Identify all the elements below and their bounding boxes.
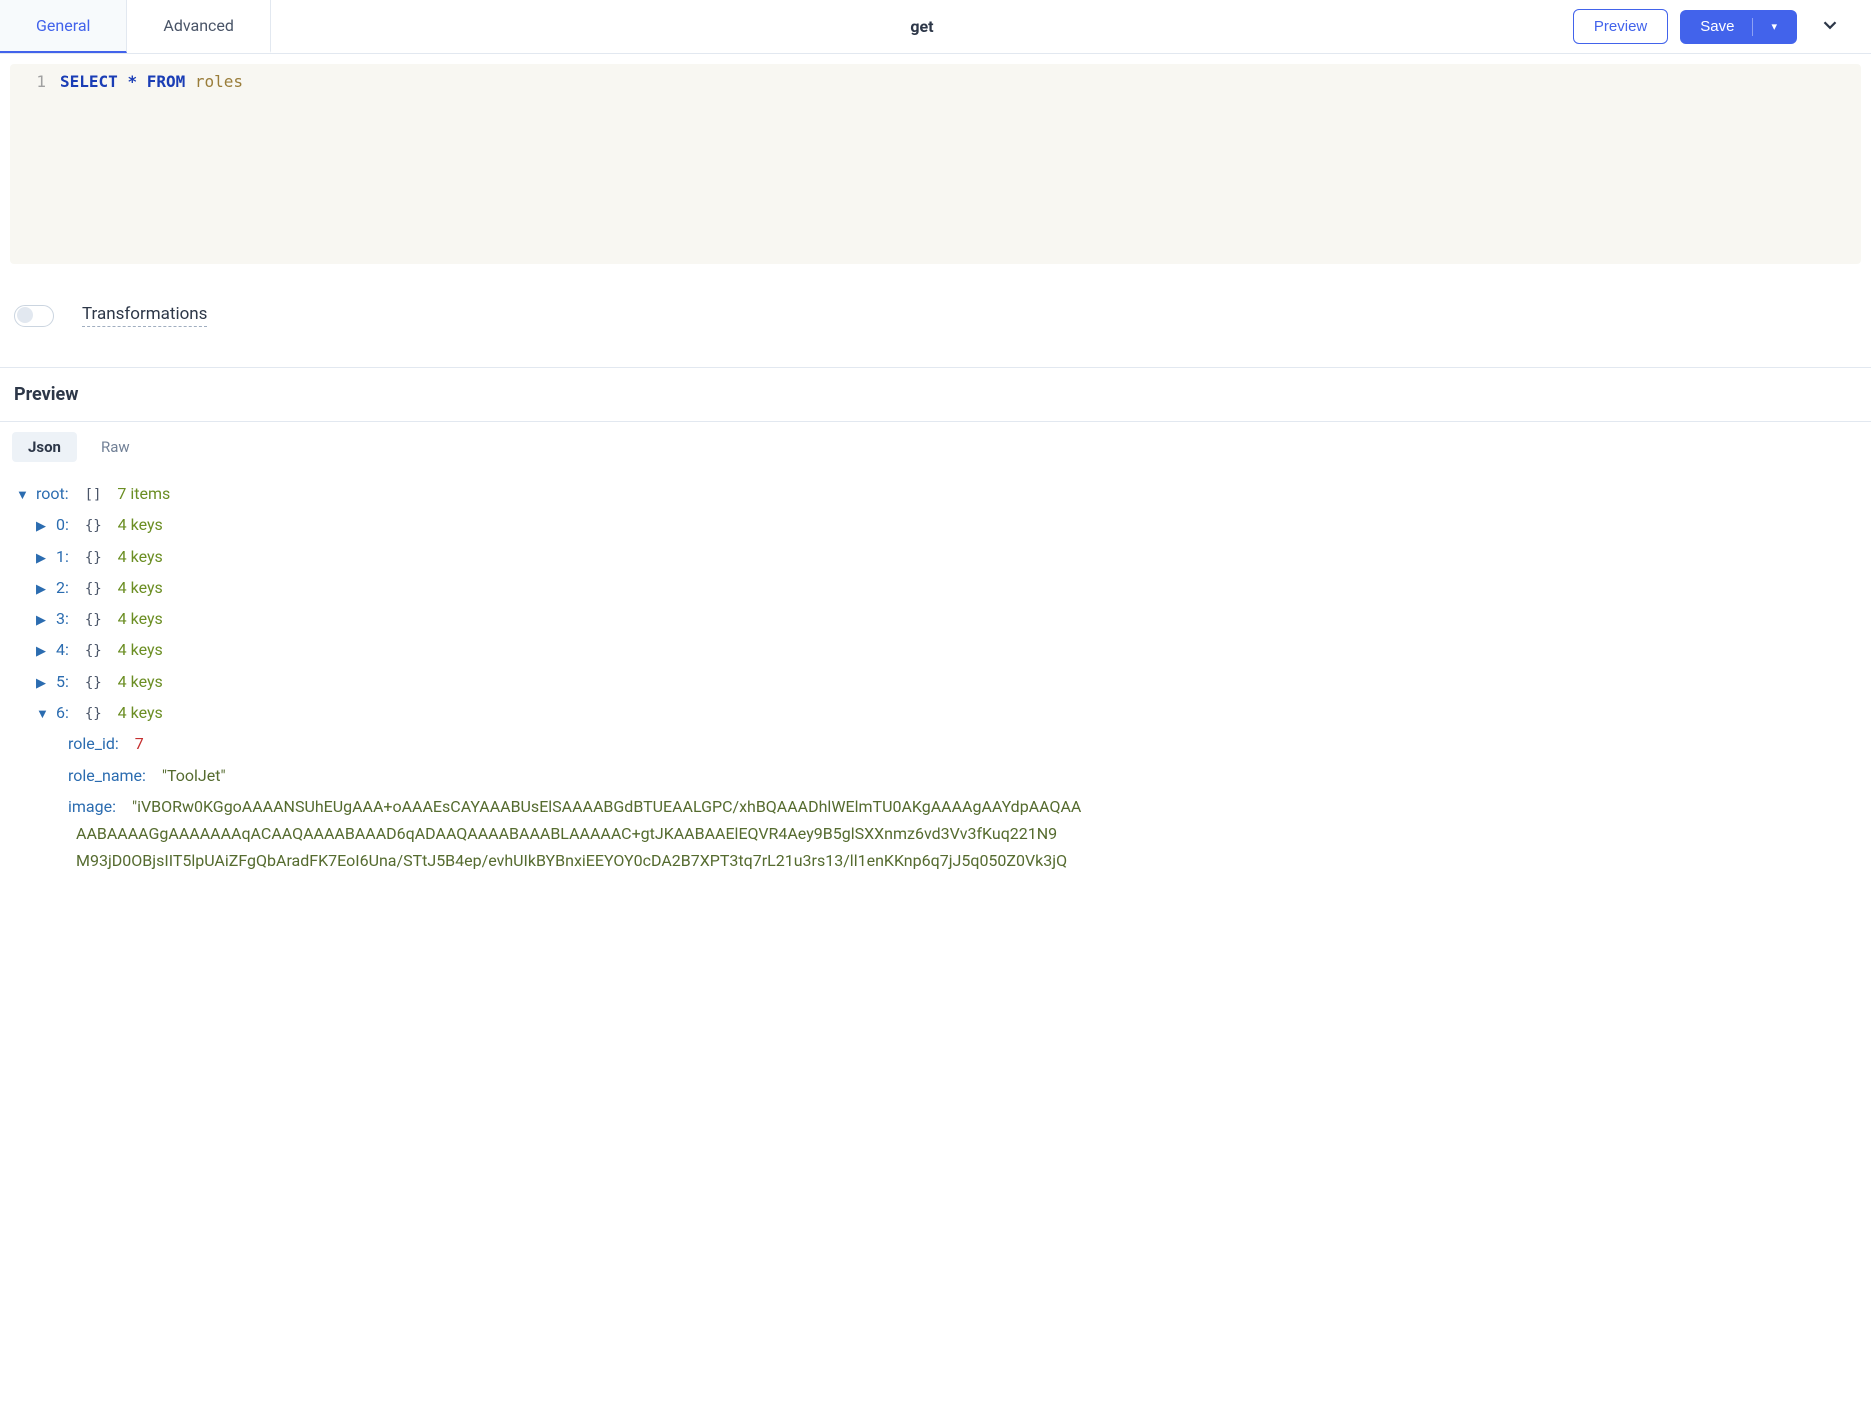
expand-arrow-icon[interactable]: ▼ — [16, 483, 30, 508]
tree-key: 2: — [56, 572, 69, 603]
collapse-arrow-icon[interactable]: ▶ — [36, 671, 50, 696]
tree-key: 3: — [56, 603, 69, 634]
tree-summary: 4 keys — [118, 572, 163, 603]
tree-summary: 4 keys — [118, 509, 163, 540]
preview-tab-raw[interactable]: Raw — [85, 432, 146, 462]
sql-operator-star: * — [127, 72, 137, 91]
save-button-label: Save — [1700, 18, 1734, 35]
preview-button[interactable]: Preview — [1573, 9, 1668, 44]
tree-summary: 4 keys — [118, 603, 163, 634]
tree-field-role-name[interactable]: role_name: "ToolJet" — [16, 760, 1855, 791]
tree-root[interactable]: ▼ root: [] 7 items — [16, 478, 1855, 509]
tree-item-6[interactable]: ▼ 6: {} 4 keys — [16, 697, 1855, 728]
header-actions: Preview Save ▾ — [1573, 9, 1851, 44]
expand-arrow-icon[interactable]: ▼ — [36, 702, 50, 727]
collapse-arrow-icon[interactable]: ▶ — [36, 514, 50, 539]
tree-bracket: {} — [85, 576, 102, 603]
transformations-row: Transformations — [0, 274, 1871, 367]
preview-tabs: Json Raw — [0, 422, 1871, 472]
tree-key: 0: — [56, 509, 69, 540]
tree-key: 5: — [56, 666, 69, 697]
tree-value-number: 7 — [135, 728, 144, 759]
tree-value-string-cont: M93jD0OBjsIIT5lpUAiZFgQbAradFK7EoI6Una/S… — [16, 845, 1855, 876]
sql-identifier-roles: roles — [195, 72, 243, 91]
tree-item-0[interactable]: ▶ 0: {} 4 keys — [16, 509, 1855, 540]
preview-section-title: Preview — [0, 367, 1871, 422]
collapse-arrow-icon[interactable]: ▶ — [36, 546, 50, 571]
tree-item-5[interactable]: ▶ 5: {} 4 keys — [16, 666, 1855, 697]
tree-key: role_id: — [68, 728, 119, 759]
line-number: 1 — [22, 72, 46, 91]
collapse-arrow-icon[interactable]: ▶ — [36, 608, 50, 633]
tree-bracket: {} — [85, 638, 102, 665]
tree-bracket: [] — [85, 482, 102, 509]
collapse-arrow-icon[interactable]: ▶ — [36, 639, 50, 664]
tab-advanced[interactable]: Advanced — [127, 0, 271, 53]
tree-key: 4: — [56, 634, 69, 665]
tree-bracket: {} — [85, 701, 102, 728]
tree-value-string: "ToolJet" — [162, 760, 226, 791]
sql-editor[interactable]: 1 SELECT * FROM roles — [10, 64, 1861, 264]
tree-key: 1: — [56, 541, 69, 572]
tree-summary: 4 keys — [118, 634, 163, 665]
tree-summary: 4 keys — [118, 541, 163, 572]
query-name: get — [271, 17, 1573, 36]
tree-summary: 7 items — [117, 478, 170, 509]
tree-item-1[interactable]: ▶ 1: {} 4 keys — [16, 541, 1855, 572]
collapse-panel-icon[interactable] — [1809, 10, 1851, 44]
tree-bracket: {} — [85, 545, 102, 572]
code-line-1: 1 SELECT * FROM roles — [10, 72, 1861, 91]
sql-keyword-select: SELECT — [60, 72, 118, 91]
tab-general[interactable]: General — [0, 0, 127, 53]
tree-key: root: — [36, 478, 69, 509]
json-tree-viewer: ▼ root: [] 7 items ▶ 0: {} 4 keys ▶ 1: {… — [0, 472, 1871, 896]
tree-bracket: {} — [85, 607, 102, 634]
tree-field-role-id[interactable]: role_id: 7 — [16, 728, 1855, 759]
tree-item-3[interactable]: ▶ 3: {} 4 keys — [16, 603, 1855, 634]
tree-summary: 4 keys — [118, 697, 163, 728]
tree-item-4[interactable]: ▶ 4: {} 4 keys — [16, 634, 1855, 665]
toggle-knob — [17, 307, 33, 323]
tree-key: role_name: — [68, 760, 146, 791]
transformations-toggle[interactable] — [14, 305, 54, 327]
tree-summary: 4 keys — [118, 666, 163, 697]
save-button[interactable]: Save ▾ — [1680, 10, 1797, 44]
tree-key: 6: — [56, 697, 69, 728]
tree-bracket: {} — [85, 513, 102, 540]
save-divider — [1752, 18, 1753, 36]
tree-bracket: {} — [85, 670, 102, 697]
sql-keyword-from: FROM — [147, 72, 186, 91]
preview-tab-json[interactable]: Json — [12, 432, 77, 462]
collapse-arrow-icon[interactable]: ▶ — [36, 577, 50, 602]
config-tabs: General Advanced — [0, 0, 271, 53]
chevron-down-icon: ▾ — [1771, 20, 1777, 33]
tree-item-2[interactable]: ▶ 2: {} 4 keys — [16, 572, 1855, 603]
transformations-label: Transformations — [82, 304, 207, 327]
header-bar: General Advanced get Preview Save ▾ — [0, 0, 1871, 54]
